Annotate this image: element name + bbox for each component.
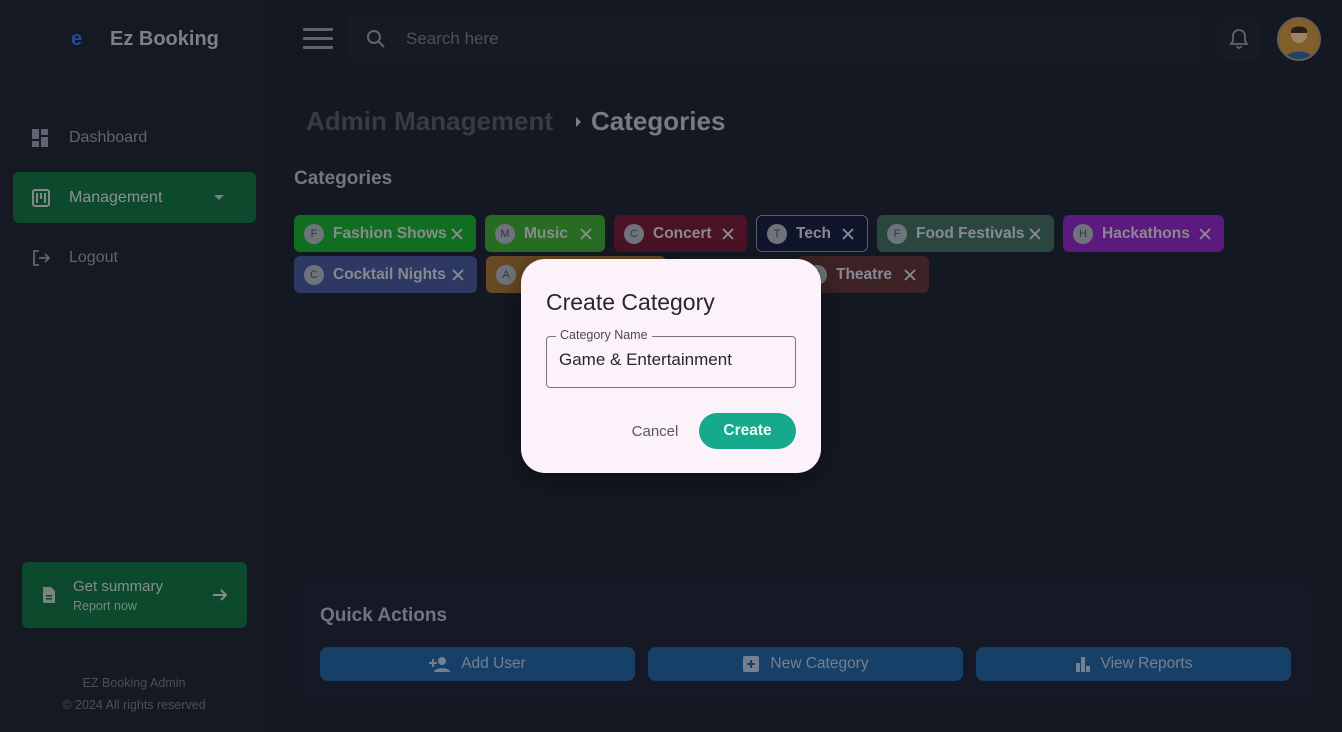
create-category-dialog: Create Category Category Name Cancel Cre… [521,259,821,473]
dialog-title: Create Category [546,289,715,315]
create-button[interactable]: Create [699,413,796,449]
category-name-input[interactable] [559,350,784,370]
category-name-label: Category Name [556,328,652,342]
cancel-button[interactable]: Cancel [621,415,689,447]
category-name-field: Category Name [546,328,796,388]
app-root: e Ez Booking Dashboard Management Logout… [0,0,1342,732]
